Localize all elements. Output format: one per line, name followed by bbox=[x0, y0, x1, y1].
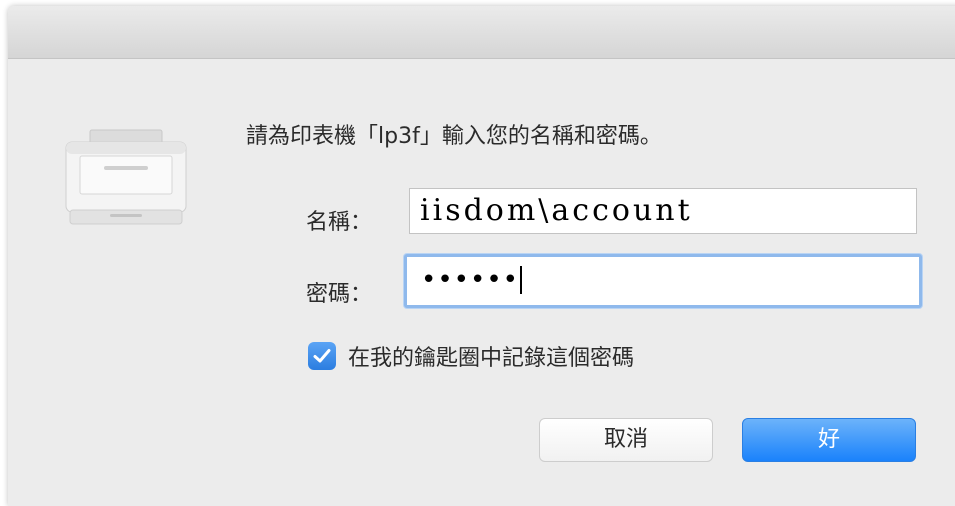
password-field[interactable]: •••••• bbox=[404, 254, 922, 308]
ok-button[interactable]: 好 bbox=[742, 418, 916, 462]
checkmark-icon bbox=[313, 349, 331, 363]
dialog-prompt: 請為印表機「lp3f」輸入您的名稱和密碼。 bbox=[246, 124, 662, 149]
name-field-value: iisdom\account bbox=[420, 193, 693, 228]
name-field[interactable]: iisdom\account bbox=[409, 188, 917, 234]
name-label: 名稱： bbox=[306, 210, 373, 235]
text-caret bbox=[520, 266, 523, 294]
printer-icon bbox=[60, 124, 192, 234]
password-label: 密碼： bbox=[306, 282, 373, 307]
auth-dialog: 請為印表機「lp3f」輸入您的名稱和密碼。 名稱： iisdom\account… bbox=[8, 6, 955, 506]
dialog-titlebar[interactable] bbox=[8, 6, 955, 59]
cancel-button[interactable]: 取消 bbox=[539, 418, 713, 462]
password-field-value: •••••• bbox=[421, 265, 520, 295]
remember-password-checkbox[interactable] bbox=[308, 342, 336, 370]
remember-password-label[interactable]: 在我的鑰匙圈中記錄這個密碼 bbox=[348, 340, 634, 372]
